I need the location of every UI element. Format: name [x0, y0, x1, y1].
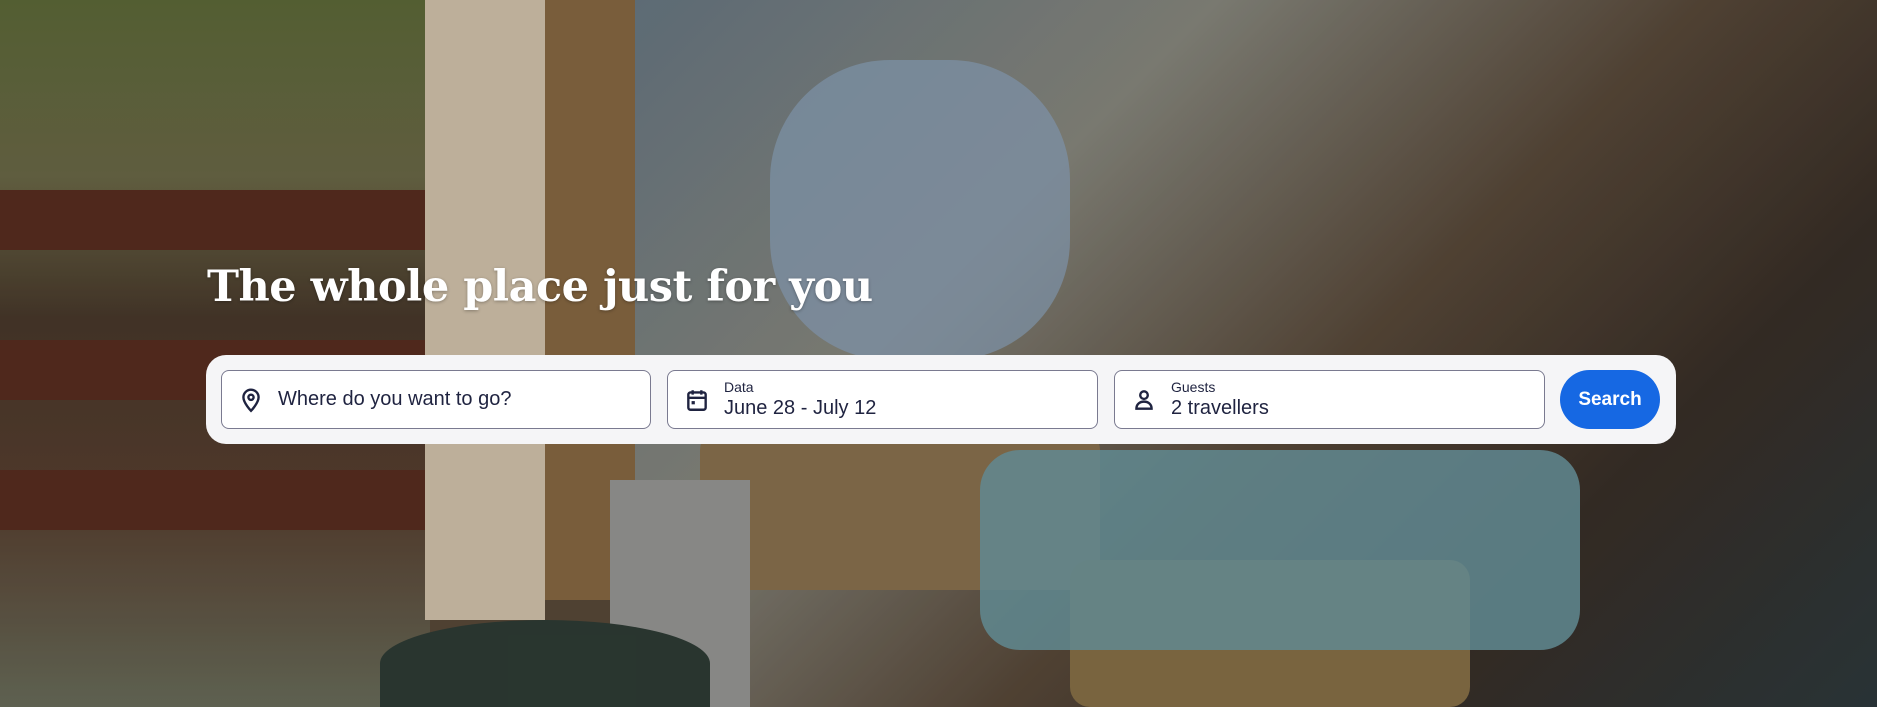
dates-field[interactable]: Data June 28 - July 12: [667, 370, 1098, 429]
hero-heading: The whole place just for you: [207, 262, 873, 312]
guests-value: 2 travellers: [1171, 397, 1269, 419]
person-icon: [1135, 389, 1153, 410]
search-button[interactable]: Search: [1560, 370, 1660, 429]
map-pin-icon: [242, 388, 260, 413]
hero-background-image: [0, 0, 1877, 707]
destination-placeholder: Where do you want to go?: [278, 388, 512, 410]
dates-label: Data: [724, 379, 754, 395]
guests-field[interactable]: Guests 2 travellers: [1114, 370, 1545, 429]
guests-label: Guests: [1171, 379, 1216, 395]
destination-input[interactable]: Where do you want to go?: [221, 370, 651, 429]
calendar-icon: [687, 389, 707, 411]
search-bar: Where do you want to go? Data June 28 - …: [206, 355, 1676, 444]
dates-value: June 28 - July 12: [724, 397, 877, 419]
